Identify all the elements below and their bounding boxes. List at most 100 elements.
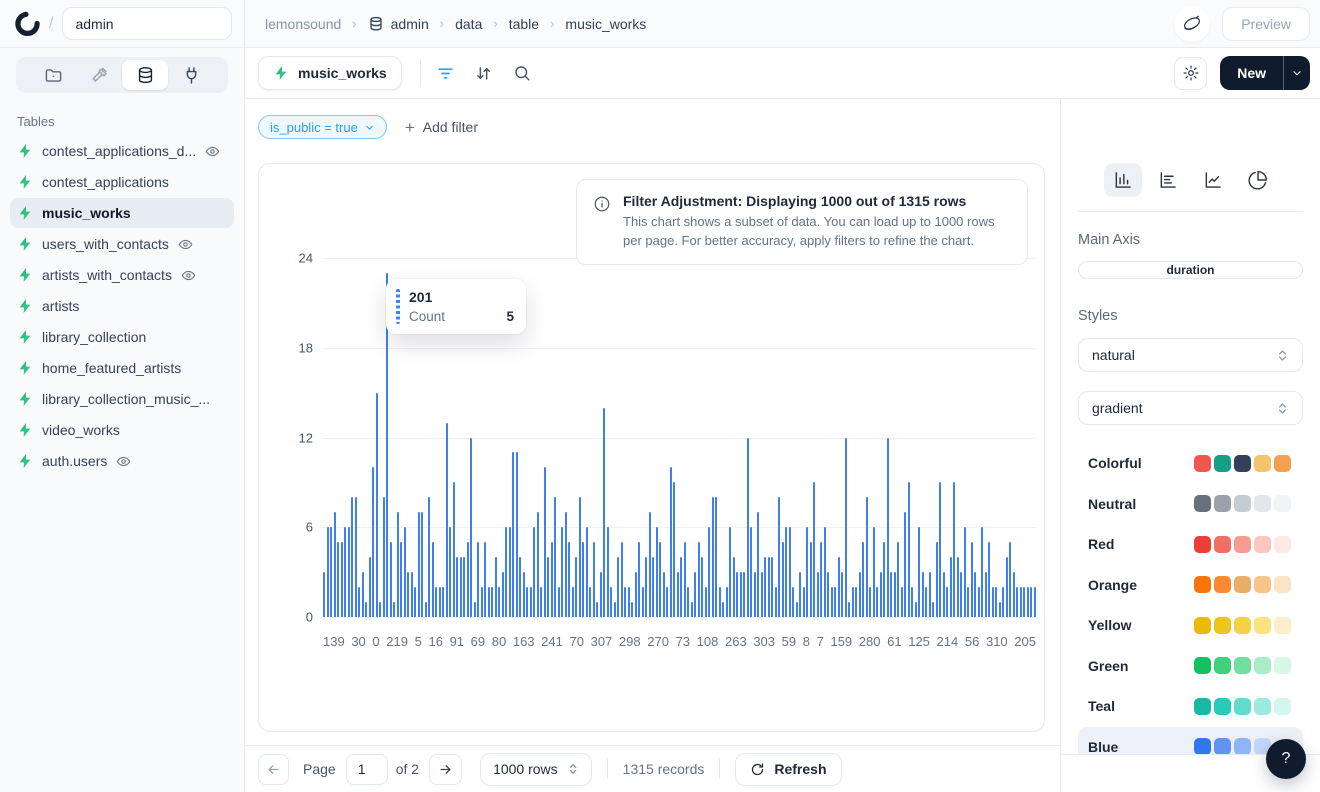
chart-bar[interactable]	[495, 557, 497, 617]
chart-bar[interactable]	[890, 572, 892, 617]
chart-bar[interactable]	[523, 572, 525, 617]
chart-bar[interactable]	[694, 572, 696, 617]
chart-bar[interactable]	[491, 587, 493, 617]
chart-bar[interactable]	[554, 497, 556, 617]
palette-row-green[interactable]: Green	[1078, 646, 1303, 687]
chart-bar[interactable]	[834, 587, 836, 617]
chart-bar[interactable]	[883, 542, 885, 617]
chart-bar[interactable]	[852, 587, 854, 617]
chart-bar[interactable]	[670, 467, 672, 617]
sidebar-item-music-works[interactable]: music_works	[10, 198, 234, 228]
breadcrumb-database[interactable]: admin	[368, 16, 429, 32]
chart-bar[interactable]	[1027, 587, 1029, 617]
scribble-assistant-icon[interactable]	[1174, 6, 1210, 42]
chart-bar[interactable]	[365, 602, 367, 617]
chart-bar[interactable]	[848, 602, 850, 617]
chart-bar[interactable]	[925, 587, 927, 617]
chart-bar[interactable]	[638, 542, 640, 617]
chart-bar[interactable]	[575, 557, 577, 617]
chart-bar[interactable]	[649, 512, 651, 617]
chart-bar[interactable]	[596, 602, 598, 617]
chart-bar[interactable]	[894, 572, 896, 617]
preview-button[interactable]: Preview	[1222, 7, 1310, 41]
chart-bar[interactable]	[502, 572, 504, 617]
chart-bar[interactable]	[484, 542, 486, 617]
chart-bar[interactable]	[803, 587, 805, 617]
chart-bar[interactable]	[922, 572, 924, 617]
chart-bar[interactable]	[327, 527, 329, 617]
chart-bar[interactable]	[652, 557, 654, 617]
chart-bar[interactable]	[838, 557, 840, 617]
chart-bar[interactable]	[726, 587, 728, 617]
chart-bar[interactable]	[467, 542, 469, 617]
chart-bar[interactable]	[572, 587, 574, 617]
chart-bar[interactable]	[918, 527, 920, 617]
chart-bar[interactable]	[701, 557, 703, 617]
chart-bar[interactable]	[740, 572, 742, 617]
chart-bar[interactable]	[446, 423, 448, 617]
chart-bar[interactable]	[586, 527, 588, 617]
chart-bar[interactable]	[404, 527, 406, 617]
sidebar-item-users-with-contacts[interactable]: users_with_contacts	[10, 229, 234, 259]
palette-row-teal[interactable]: Teal	[1078, 686, 1303, 727]
palette-row-yellow[interactable]: Yellow	[1078, 605, 1303, 646]
sidebar-item-home-featured-artists[interactable]: home_featured_artists	[10, 353, 234, 383]
chart-bar[interactable]	[1020, 587, 1022, 617]
chart-bar[interactable]	[729, 527, 731, 617]
chart-bar[interactable]	[981, 527, 983, 617]
chart-bar[interactable]	[855, 587, 857, 617]
chart-bar[interactable]	[666, 587, 668, 617]
chart-bar[interactable]	[362, 572, 364, 617]
chart-bar[interactable]	[498, 587, 500, 617]
chart-bar[interactable]	[722, 602, 724, 617]
chart-bar[interactable]	[505, 527, 507, 617]
chart-bar[interactable]	[435, 587, 437, 617]
sidebar-item-contest-applications[interactable]: contest_applications	[10, 167, 234, 197]
chart-bar[interactable]	[551, 542, 553, 617]
chart-bar[interactable]	[761, 572, 763, 617]
chart-bar[interactable]	[820, 542, 822, 617]
new-dropdown-chevron-down-icon[interactable]	[1284, 56, 1310, 90]
chart-bar[interactable]	[540, 587, 542, 617]
chart-bar[interactable]	[358, 587, 360, 617]
sidebar-item-video-works[interactable]: video_works	[10, 415, 234, 445]
chart-bar[interactable]	[628, 587, 630, 617]
palette-row-red[interactable]: Red	[1078, 524, 1303, 565]
chart-bar[interactable]	[974, 572, 976, 617]
chart-bar[interactable]	[631, 602, 633, 617]
chart-bar[interactable]	[915, 602, 917, 617]
filter-icon[interactable]	[427, 56, 465, 90]
chart-bar[interactable]	[733, 557, 735, 617]
chart-bar[interactable]	[698, 542, 700, 617]
chart-bar[interactable]	[355, 497, 357, 617]
sort-icon[interactable]	[465, 56, 503, 90]
tab-connections-plug-icon[interactable]	[168, 60, 214, 90]
chart-bar[interactable]	[939, 482, 941, 617]
chart-bar[interactable]	[330, 527, 332, 617]
chart-bar[interactable]	[383, 497, 385, 617]
chart-bar[interactable]	[845, 438, 847, 618]
chart-bar[interactable]	[407, 572, 409, 617]
chart-bar[interactable]	[481, 587, 483, 617]
chart-bar[interactable]	[372, 467, 374, 617]
chart-bar[interactable]	[509, 527, 511, 617]
chart-bar[interactable]	[862, 542, 864, 617]
chart-type-pie-icon[interactable]	[1239, 163, 1277, 197]
add-filter-button[interactable]: + Add filter	[405, 119, 478, 136]
main-axis-field[interactable]: duration	[1078, 261, 1303, 279]
chart-bar[interactable]	[1006, 557, 1008, 617]
chart-bar[interactable]	[754, 572, 756, 617]
chart-bar[interactable]	[950, 557, 952, 617]
chart-bar[interactable]	[614, 602, 616, 617]
chart-bar[interactable]	[600, 572, 602, 617]
chart-bar[interactable]	[680, 557, 682, 617]
chart-bar[interactable]	[582, 542, 584, 617]
chart-bar[interactable]	[547, 557, 549, 617]
sidebar-item-artists-with-contacts[interactable]: artists_with_contacts	[10, 260, 234, 290]
sidebar-item-auth-users[interactable]: auth.users	[10, 446, 234, 476]
chart-bar[interactable]	[953, 482, 955, 617]
chart-bar[interactable]	[418, 512, 420, 617]
chart-bar[interactable]	[369, 557, 371, 617]
chart-bar[interactable]	[817, 572, 819, 617]
fill-style-select[interactable]: gradient	[1078, 391, 1303, 425]
